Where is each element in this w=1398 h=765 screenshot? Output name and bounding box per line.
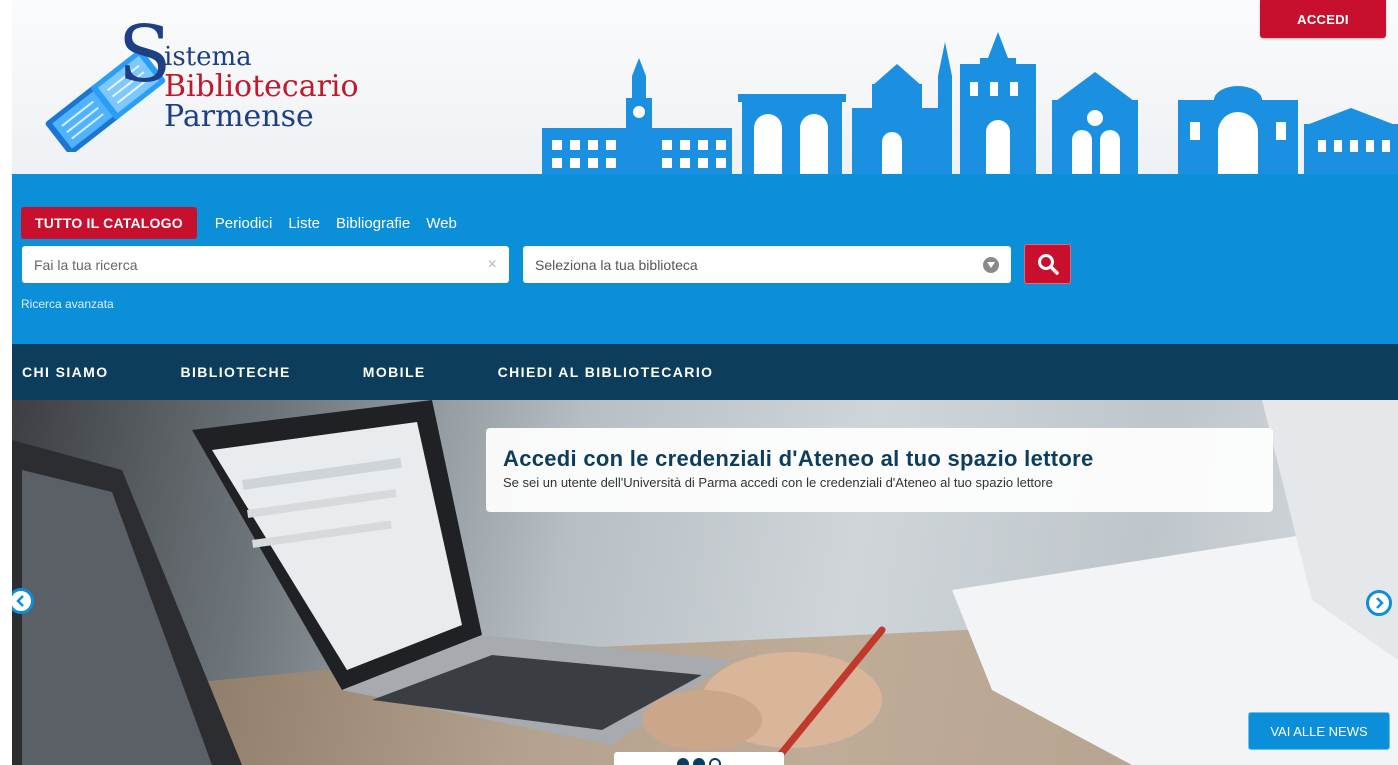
tab-liste[interactable]: Liste xyxy=(288,215,336,232)
tab-periodici[interactable]: Periodici xyxy=(215,215,289,232)
logo-line-1: istema xyxy=(164,42,252,72)
site-logo[interactable]: S istema Bibliotecario Parmense xyxy=(36,16,396,152)
advanced-search-link[interactable]: Ricerca avanzata xyxy=(21,297,114,311)
city-skyline-illustration xyxy=(542,32,1398,174)
carousel-dot-2[interactable] xyxy=(693,758,705,765)
search-panel: TUTTO IL CATALOGO Periodici Liste Biblio… xyxy=(12,174,1398,344)
hero-subtitle: Se sei un utente dell'Università di Parm… xyxy=(503,475,1053,490)
nav-item-chi-siamo[interactable]: CHI SIAMO xyxy=(22,364,109,380)
library-select-placeholder: Seleziona la tua biblioteca xyxy=(535,256,698,273)
nav-item-mobile[interactable]: MOBILE xyxy=(363,364,426,380)
library-select[interactable]: Seleziona la tua biblioteca xyxy=(523,246,1011,283)
search-tabs: TUTTO IL CATALOGO Periodici Liste Biblio… xyxy=(21,207,473,239)
news-button[interactable]: VAI ALLE NEWS xyxy=(1248,712,1390,750)
hero-caption: Accedi con le credenziali d'Ateneo al tu… xyxy=(486,428,1273,512)
search-icon xyxy=(1037,254,1059,275)
chevron-left-icon xyxy=(16,595,24,607)
site-header: S istema Bibliotecario Parmense ACCEDI xyxy=(12,0,1398,174)
search-input[interactable]: Fai la tua ricerca × xyxy=(22,246,509,283)
main-nav: CHI SIAMO BIBLIOTECHE MOBILE CHIEDI AL B… xyxy=(12,344,1398,400)
logo-initial: S xyxy=(118,10,172,100)
search-input-placeholder: Fai la tua ricerca xyxy=(34,256,138,273)
carousel-dot-1[interactable] xyxy=(677,758,689,765)
tab-web[interactable]: Web xyxy=(426,215,473,232)
nav-item-biblioteche[interactable]: BIBLIOTECHE xyxy=(181,364,291,380)
login-button[interactable]: ACCEDI xyxy=(1260,0,1386,38)
caret-down-icon xyxy=(983,256,999,273)
tab-catalogo[interactable]: TUTTO IL CATALOGO xyxy=(21,207,197,239)
logo-line-3: Parmense xyxy=(164,99,314,134)
logo-wordmark: S istema Bibliotecario Parmense xyxy=(118,16,359,134)
chevron-right-icon xyxy=(1376,597,1384,609)
nav-item-chiedi-al-bibliotecario[interactable]: CHIEDI AL BIBLIOTECARIO xyxy=(498,364,714,380)
tab-bibliografie[interactable]: Bibliografie xyxy=(336,215,426,232)
carousel-dot-3[interactable] xyxy=(709,758,721,765)
hero-title: Accedi con le credenziali d'Ateneo al tu… xyxy=(503,446,1094,471)
logo-line-2: Bibliotecario xyxy=(164,69,359,104)
hero-carousel: Accedi con le credenziali d'Ateneo al tu… xyxy=(12,400,1398,765)
carousel-next-button[interactable] xyxy=(1366,590,1392,616)
clear-icon[interactable]: × xyxy=(488,256,497,274)
search-button[interactable] xyxy=(1024,244,1071,284)
carousel-indicators xyxy=(614,752,784,765)
